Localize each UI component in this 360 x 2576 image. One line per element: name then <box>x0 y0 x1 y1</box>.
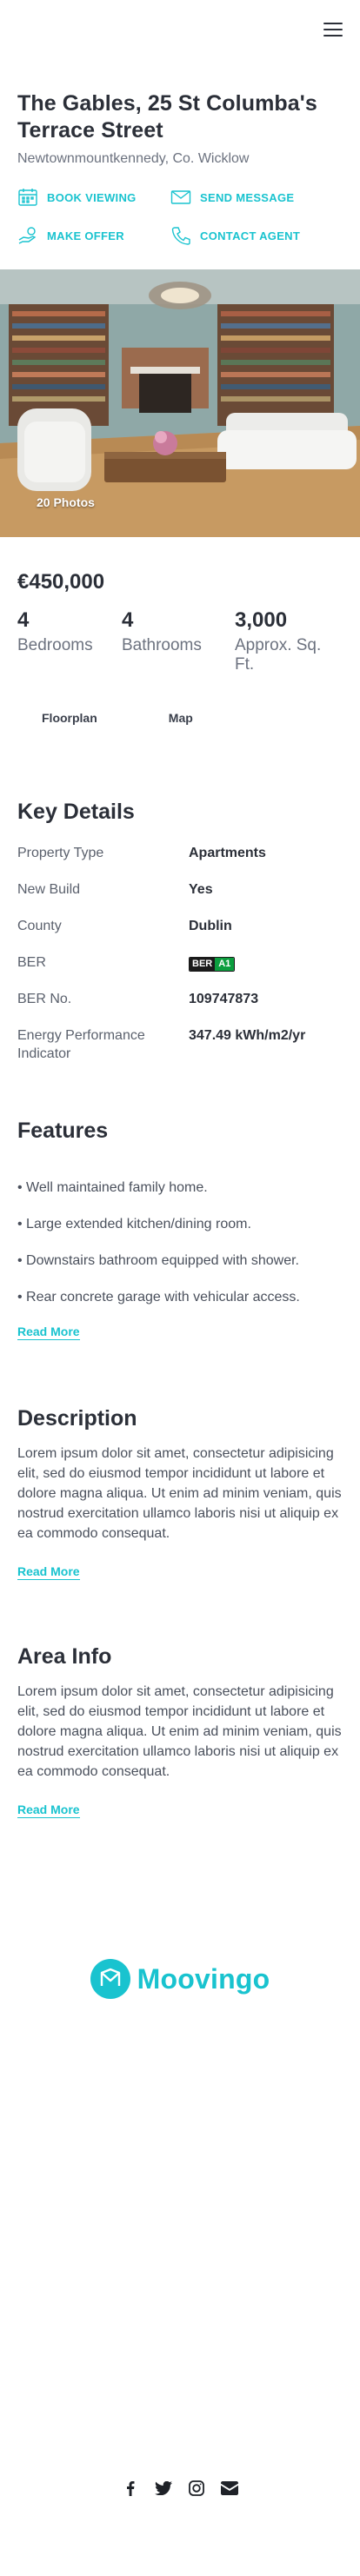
stat-bathrooms: 4 Bathrooms <box>122 608 235 674</box>
book-viewing-label: BOOK VIEWING <box>47 190 137 204</box>
features-list: • Well maintained family home. • Large e… <box>17 1178 343 1307</box>
property-photo-gallery[interactable]: 20 Photos <box>0 269 360 537</box>
media-tabs: Floorplan Map <box>0 674 360 725</box>
detail-key: New Build <box>17 882 81 897</box>
stat-label: Bedrooms <box>17 636 93 654</box>
detail-key: Energy Performance Indicator <box>17 1028 145 1061</box>
property-header: The Gables, 25 St Columba's Terrace Stre… <box>0 61 360 167</box>
key-details-heading: Key Details <box>17 800 135 824</box>
detail-value: Apartments <box>189 846 266 860</box>
area-info-text: Lorem ipsum dolor sit amet, consectetur … <box>17 1684 342 1779</box>
feature-item: • Rear concrete garage with vehicular ac… <box>17 1290 300 1305</box>
envelope-icon <box>170 190 191 204</box>
stat-label: Bathrooms <box>122 636 202 654</box>
detail-value: Yes <box>189 882 213 897</box>
action-links: BOOK VIEWING SEND MESSAGE MAKE OFFER CON… <box>0 167 360 245</box>
property-price: €450,000 <box>17 570 105 594</box>
area-info-heading: Area Info <box>17 1644 112 1669</box>
description-section: Description Lorem ipsum dolor sit amet, … <box>0 1406 360 1580</box>
book-viewing-button[interactable]: BOOK VIEWING <box>17 188 170 207</box>
features-section: Features • Well maintained family home. … <box>0 1119 360 1340</box>
detail-row: BER BER A1 <box>17 953 343 990</box>
detail-value: 109747873 <box>189 992 259 1006</box>
ber-badge-rating: A1 <box>215 958 235 971</box>
ber-rating-badge: BER A1 <box>189 957 236 972</box>
detail-row: New Build Yes <box>17 880 343 917</box>
tab-map[interactable]: Map <box>169 711 193 725</box>
instagram-icon[interactable] <box>188 2480 205 2497</box>
send-message-button[interactable]: SEND MESSAGE <box>170 188 343 207</box>
brand-logo[interactable]: Moovingo <box>0 1959 360 1999</box>
feature-item: • Large extended kitchen/dining room. <box>17 1217 251 1232</box>
stat-bedrooms: 4 Bedrooms <box>17 608 122 674</box>
area-info-section: Area Info Lorem ipsum dolor sit amet, co… <box>0 1644 360 1818</box>
detail-row: Property Type Apartments <box>17 844 343 880</box>
detail-row: Energy Performance Indicator 347.49 kWh/… <box>17 1026 343 1063</box>
feature-item: • Well maintained family home. <box>17 1180 208 1195</box>
feature-item: • Downstairs bathroom equipped with show… <box>17 1253 299 1268</box>
top-bar <box>0 0 360 61</box>
twitter-icon[interactable] <box>155 2480 172 2497</box>
detail-row: BER No. 109747873 <box>17 990 343 1026</box>
make-offer-button[interactable]: MAKE OFFER <box>17 226 170 245</box>
social-links <box>0 2480 360 2497</box>
property-location: Newtownmountkennedy, Co. Wicklow <box>17 151 250 166</box>
moovingo-logo-icon <box>90 1959 130 1999</box>
phone-icon <box>171 227 190 245</box>
brand-name: Moovingo <box>137 1962 270 1995</box>
detail-key: BER <box>17 955 46 970</box>
email-icon[interactable] <box>221 2480 238 2497</box>
property-title: The Gables, 25 St Columba's Terrace Stre… <box>17 91 317 143</box>
stat-value: 4 <box>122 608 134 632</box>
detail-value: Dublin <box>189 919 232 933</box>
description-text: Lorem ipsum dolor sit amet, consectetur … <box>17 1446 342 1541</box>
hamburger-menu-icon[interactable] <box>323 23 343 37</box>
stat-label: Approx. Sq. Ft. <box>235 636 322 674</box>
detail-key: County <box>17 919 62 933</box>
make-offer-label: MAKE OFFER <box>47 229 124 242</box>
offer-hand-icon <box>18 227 37 244</box>
facebook-icon[interactable] <box>122 2480 139 2497</box>
key-details-table: Property Type Apartments New Build Yes C… <box>17 844 343 1063</box>
contact-agent-button[interactable]: CONTACT AGENT <box>170 226 343 245</box>
description-heading: Description <box>17 1406 137 1431</box>
photo-count: 20 Photos <box>37 495 95 509</box>
tab-floorplan[interactable]: Floorplan <box>42 711 97 725</box>
area-info-read-more-link[interactable]: Read More <box>17 1803 80 1818</box>
stat-area: 3,000 Approx. Sq. Ft. <box>235 608 343 674</box>
ber-badge-label: BER <box>190 958 216 971</box>
features-read-more-link[interactable]: Read More <box>17 1325 80 1340</box>
detail-value: 347.49 kWh/m2/yr <box>189 1028 306 1043</box>
stat-value: 3,000 <box>235 608 288 632</box>
send-message-label: SEND MESSAGE <box>200 190 295 204</box>
detail-row: County Dublin <box>17 917 343 953</box>
features-heading: Features <box>17 1119 109 1143</box>
stat-value: 4 <box>17 608 30 632</box>
contact-agent-label: CONTACT AGENT <box>200 229 301 242</box>
detail-value: BER A1 <box>189 953 343 972</box>
detail-key: Property Type <box>17 846 104 860</box>
property-stats: 4 Bedrooms 4 Bathrooms 3,000 Approx. Sq.… <box>0 594 360 674</box>
calendar-icon <box>18 189 37 206</box>
key-details-section: Key Details Property Type Apartments New… <box>0 800 360 1063</box>
description-read-more-link[interactable]: Read More <box>17 1564 80 1580</box>
detail-key: BER No. <box>17 992 72 1006</box>
